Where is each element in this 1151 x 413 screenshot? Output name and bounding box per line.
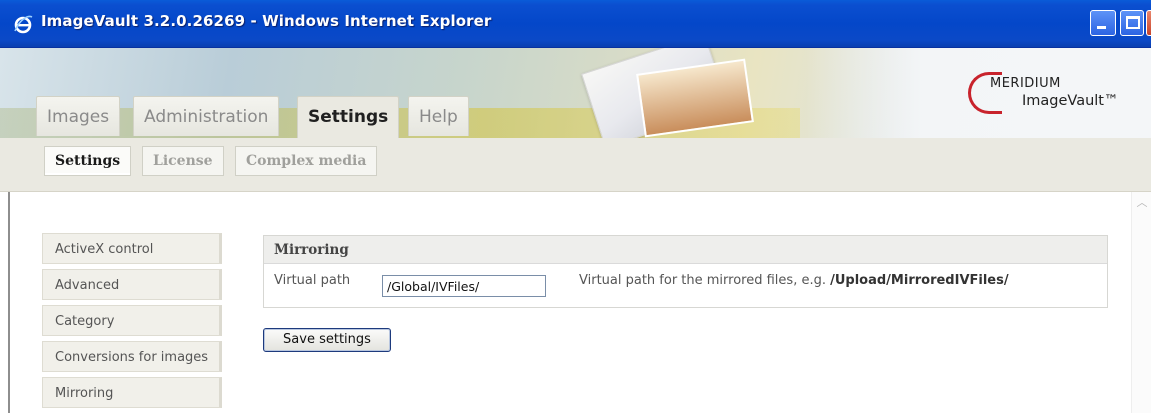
sidebar-item-category[interactable]: Category <box>42 305 222 336</box>
minimize-icon <box>1097 26 1106 29</box>
tab-administration[interactable]: Administration <box>133 96 280 136</box>
virtual-path-label: Virtual path <box>274 273 351 288</box>
tab-settings[interactable]: Settings <box>297 96 400 138</box>
subtab-settings[interactable]: Settings <box>44 146 132 176</box>
sidebar-item-advanced[interactable]: Advanced <box>42 269 222 300</box>
logo-company: MERIDIUM <box>990 76 1061 91</box>
tab-images[interactable]: Images <box>36 96 121 136</box>
window-title: ImageVault 3.2.0.26269 - Windows Interne… <box>41 12 492 30</box>
subtab-complex-media[interactable]: Complex media <box>235 146 378 176</box>
sidebar-item-activex-control[interactable]: ActiveX control <box>42 233 222 264</box>
virtual-path-input[interactable] <box>382 275 546 297</box>
settings-sidebar: ActiveX control Advanced Category Conver… <box>42 233 222 413</box>
maximize-icon <box>1126 16 1140 29</box>
minimize-button[interactable] <box>1090 10 1116 36</box>
logo-product: ImageVault™ <box>1022 93 1119 109</box>
tab-help[interactable]: Help <box>408 96 469 136</box>
save-settings-button[interactable]: Save settings <box>263 328 391 352</box>
panel-title: Mirroring <box>264 236 1107 264</box>
sidebar-item-conversions-for-images[interactable]: Conversions for images <box>42 341 222 372</box>
help-example: /Upload/MirroredIVFiles/ <box>830 273 1009 288</box>
window-title-bar: ImageVault 3.2.0.26269 - Windows Interne… <box>0 0 1151 48</box>
scroll-up-icon[interactable]: ︿ <box>1135 196 1149 210</box>
meridium-logo: MERIDIUM ImageVault™ <box>968 72 1148 118</box>
sidebar-item-mirroring[interactable]: Mirroring <box>42 377 222 408</box>
maximize-button[interactable] <box>1120 10 1144 36</box>
help-text: Virtual path for the mirrored files, e.g… <box>579 273 826 288</box>
ie-icon <box>14 15 33 34</box>
mirroring-panel: Mirroring Virtual path Virtual path for … <box>263 235 1108 308</box>
virtual-path-help: Virtual path for the mirrored files, e.g… <box>579 273 1009 288</box>
subtab-license[interactable]: License <box>142 146 224 176</box>
close-button[interactable] <box>1146 10 1151 36</box>
vertical-scrollbar[interactable]: ︿ <box>1131 192 1151 413</box>
